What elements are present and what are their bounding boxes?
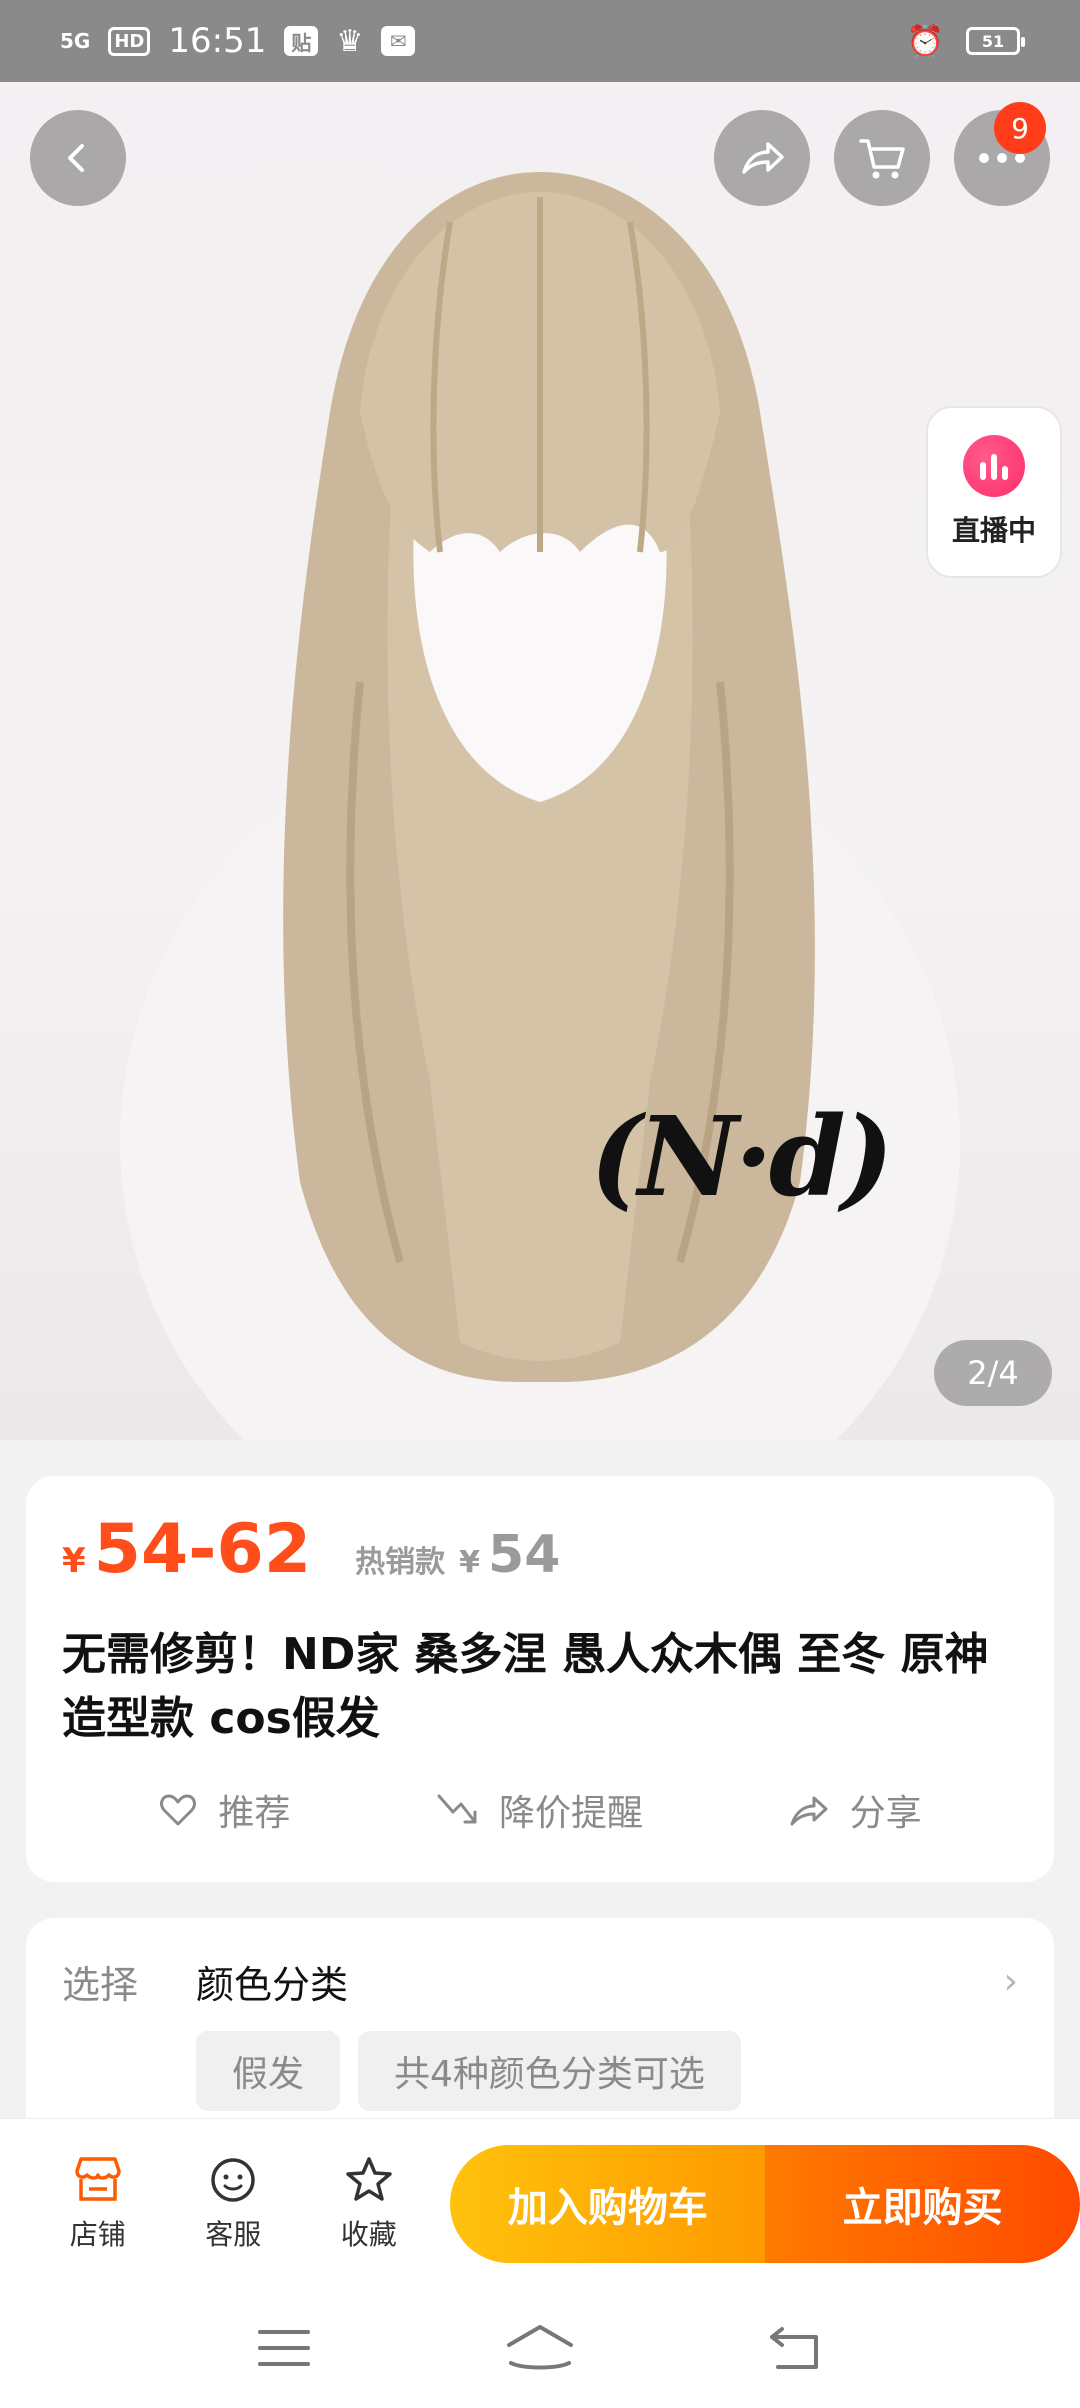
chevron-left-icon	[68, 144, 84, 172]
bottom-action-bar: 店铺 客服 收藏 加入购物车 立即购买	[0, 2118, 1080, 2288]
purchase-buttons: 加入购物车 立即购买	[450, 2144, 1080, 2263]
customer-service-tab[interactable]: 客服	[165, 2155, 300, 2253]
sku-label: 选择	[62, 1963, 139, 2007]
live-icon	[963, 435, 1025, 497]
message-icon: ✉	[381, 26, 416, 56]
store-tab[interactable]: 店铺	[30, 2155, 165, 2253]
more-button[interactable]: 9	[954, 102, 1050, 206]
chevron-right-icon: ›	[1003, 1961, 1018, 2002]
live-stream-button[interactable]: 直播中	[926, 406, 1062, 578]
clock: 16:51	[168, 21, 267, 61]
crown-icon: ♛	[336, 23, 364, 59]
star-icon	[345, 2156, 392, 2201]
product-image-carousel[interactable]: (N·d) 9 直播中 2/4	[0, 82, 1080, 1440]
favorite-label: 收藏	[340, 2217, 397, 2251]
share-icon	[742, 142, 784, 174]
live-label: 直播中	[951, 514, 1036, 547]
hot-sale-label: 热销款	[355, 1545, 446, 1580]
cart-button[interactable]	[834, 110, 930, 206]
price-drop-icon	[437, 1794, 477, 1824]
price-range: 54-62	[93, 1510, 312, 1589]
sku-chip[interactable]: 假发	[196, 2031, 341, 2111]
buy-now-button[interactable]: 立即购买	[765, 2144, 1080, 2263]
share-button[interactable]	[714, 110, 810, 206]
menu-icon[interactable]	[256, 2326, 312, 2370]
sku-count-chip[interactable]: 共4种颜色分类可选	[358, 2031, 741, 2111]
share-icon	[790, 1796, 828, 1826]
store-icon	[74, 2156, 121, 2201]
heart-icon	[160, 1794, 197, 1826]
message-count-badge: 9	[994, 102, 1046, 154]
price-alert-label: 降价提醒	[498, 1793, 643, 1834]
product-actions: 推荐 降价提醒 分享	[26, 1784, 1054, 1836]
sku-chips: 假发 共4种颜色分类可选	[196, 2031, 1018, 2111]
product-image	[120, 172, 960, 1440]
currency-symbol: ¥	[62, 1541, 86, 1581]
sku-selector[interactable]: 选择 颜色分类 › 假发 共4种颜色分类可选	[26, 1918, 1054, 2128]
hot-sale-price: 54	[488, 1525, 561, 1585]
back-button[interactable]	[30, 110, 126, 206]
store-label: 店铺	[69, 2217, 126, 2251]
back-nav-icon[interactable]	[768, 2323, 824, 2373]
product-title: 无需修剪！ND家 桑多涅 愚人众木偶 至冬 原神 造型款 cos假发	[62, 1629, 989, 1744]
battery-icon: 51	[966, 27, 1025, 55]
system-nav-bar	[0, 2288, 1080, 2408]
share-action-button[interactable]: 分享	[788, 1784, 922, 1836]
service-icon	[211, 2157, 255, 2202]
product-info-card: ¥ 54-62 热销款 ¥ 54 无需修剪！ND家 桑多涅 愚人众木偶 至冬 原…	[26, 1476, 1054, 1882]
sku-row: 选择 颜色分类 ›	[62, 1954, 1018, 2009]
sku-category: 颜色分类	[196, 1963, 349, 2007]
favorite-tab[interactable]: 收藏	[301, 2155, 436, 2253]
cart-icon	[859, 139, 905, 179]
alarm-icon: ⏰	[906, 23, 944, 59]
price-row: ¥ 54-62 热销款 ¥ 54	[62, 1510, 1018, 1589]
recommend-button[interactable]: 推荐	[158, 1784, 290, 1836]
service-label: 客服	[205, 2217, 262, 2251]
status-bar: 5G HD 16:51 贴 ♛ ✉ ⏰ 51	[0, 0, 1080, 82]
signal-icon: 5G	[60, 29, 91, 53]
currency-symbol-small: ¥	[459, 1545, 481, 1580]
home-icon[interactable]	[503, 2323, 577, 2373]
recommend-label: 推荐	[218, 1793, 291, 1834]
brand-watermark: (N·d)	[590, 1092, 894, 1221]
notification-icon: 贴	[284, 26, 319, 56]
price-alert-button[interactable]: 降价提醒	[435, 1784, 643, 1836]
hd-icon: HD	[108, 26, 151, 56]
image-page-indicator: 2/4	[934, 1340, 1052, 1406]
share-label: 分享	[849, 1793, 922, 1834]
add-to-cart-button[interactable]: 加入购物车	[450, 2144, 766, 2263]
